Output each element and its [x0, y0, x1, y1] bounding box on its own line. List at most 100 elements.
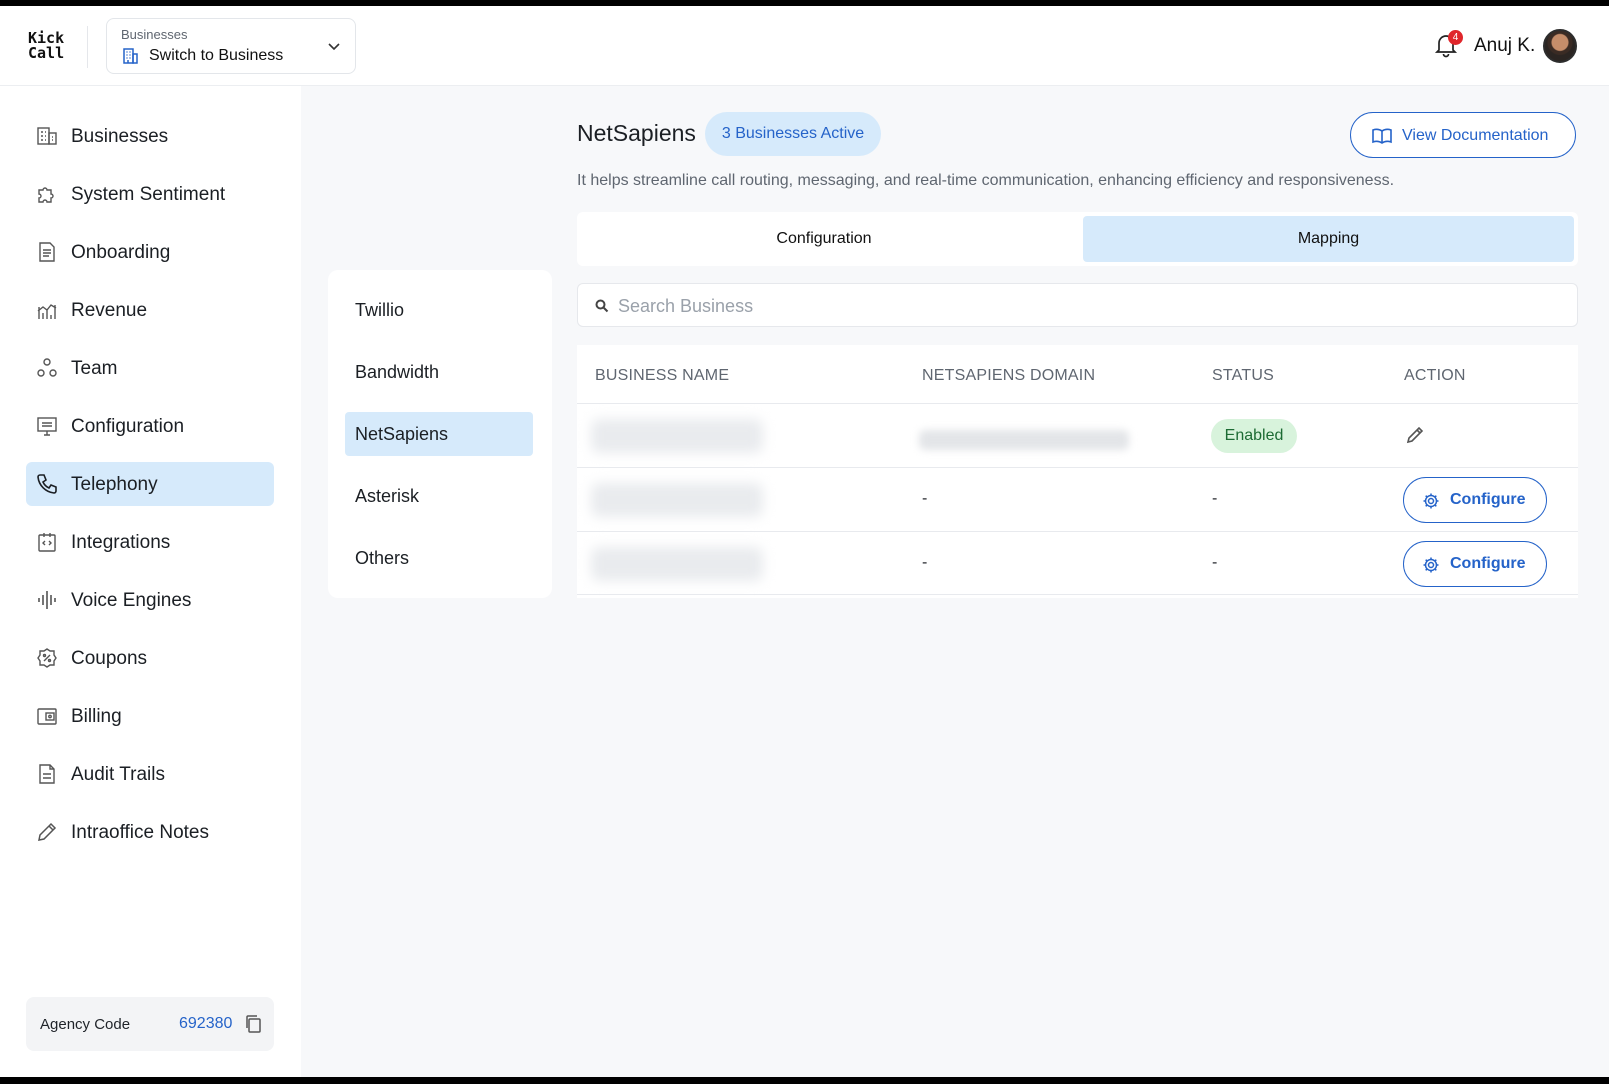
notification-count-badge: 4 — [1448, 30, 1463, 45]
coupon-icon — [37, 648, 57, 668]
domain-redacted — [919, 430, 1129, 450]
configure-button[interactable]: Configure — [1403, 477, 1547, 523]
team-icon — [37, 358, 57, 377]
tab-bar: Configuration Mapping — [577, 212, 1578, 266]
gear-icon — [1423, 557, 1439, 573]
business-name-redacted — [591, 547, 763, 581]
column-header-action: ACTION — [1404, 367, 1466, 384]
column-header-status: STATUS — [1212, 367, 1274, 384]
provider-label: Twillio — [355, 300, 405, 320]
sidebar-item-label: System Sentiment — [71, 184, 226, 205]
sidebar-item-billing[interactable]: Billing — [26, 694, 274, 738]
provider-list: Twillio Bandwidth NetSapiens Asterisk Ot… — [328, 270, 552, 598]
business-name-redacted — [591, 483, 763, 517]
status-cell: - — [1212, 490, 1218, 507]
sidebar-item-label: Coupons — [71, 648, 148, 669]
table-row: - - Configure — [577, 467, 1578, 531]
sidebar-item-team[interactable]: Team — [26, 346, 274, 390]
active-businesses-badge: 3 Businesses Active — [705, 112, 881, 156]
sidebar-item-label: Voice Engines — [71, 590, 192, 611]
sidebar-item-label: Onboarding — [71, 242, 171, 263]
table-row: Enabled — [577, 403, 1578, 467]
view-documentation-label: View Documentation — [1402, 127, 1549, 144]
page-description: It helps streamline call routing, messag… — [577, 172, 1395, 189]
logo-line-2: Call — [28, 44, 65, 62]
bell-icon — [1434, 35, 1458, 62]
document-icon — [39, 242, 55, 262]
provider-item-asterisk[interactable]: Asterisk — [345, 474, 533, 518]
agency-code-label: Agency Code — [40, 1016, 131, 1033]
provider-item-others[interactable]: Others — [345, 536, 533, 580]
app-logo[interactable]: Kick Call — [28, 31, 64, 61]
table-row: - - Configure — [577, 531, 1578, 595]
sidebar-item-coupons[interactable]: Coupons — [26, 636, 274, 680]
phone-icon — [37, 474, 57, 494]
gear-icon — [1423, 493, 1439, 509]
tab-configuration[interactable]: Configuration — [581, 216, 1067, 262]
top-header: Kick Call Businesses Switch to Business … — [0, 6, 1609, 86]
business-switcher-value: Switch to Business — [149, 47, 284, 64]
sidebar-item-voice-engines[interactable]: Voice Engines — [26, 578, 274, 622]
sidebar-item-label: Integrations — [71, 532, 171, 553]
provider-label: Bandwidth — [355, 362, 440, 382]
sidebar-item-label: Businesses — [71, 126, 169, 147]
provider-item-twillio[interactable]: Twillio — [345, 288, 533, 332]
domain-cell: - — [922, 554, 928, 571]
provider-label: Asterisk — [355, 486, 420, 506]
search-input[interactable] — [618, 292, 1558, 320]
sidebar-item-label: Intraoffice Notes — [71, 822, 210, 843]
sidebar-item-intraoffice-notes[interactable]: Intraoffice Notes — [26, 810, 274, 854]
sidebar-item-onboarding[interactable]: Onboarding — [26, 230, 274, 274]
sidebar-item-businesses[interactable]: Businesses — [26, 114, 274, 158]
audit-icon — [39, 764, 55, 784]
domain-cell: - — [922, 490, 928, 507]
sidebar: Businesses System Sentiment Onboarding R… — [0, 86, 301, 1077]
sidebar-item-label: Configuration — [71, 416, 185, 437]
edit-icon[interactable] — [1405, 425, 1425, 450]
business-switcher[interactable]: Businesses Switch to Business — [106, 18, 356, 74]
provider-item-bandwidth[interactable]: Bandwidth — [345, 350, 533, 394]
provider-item-netsapiens[interactable]: NetSapiens — [345, 412, 533, 456]
search-box — [577, 283, 1578, 327]
sidebar-item-label: Team — [71, 358, 118, 379]
notifications-button[interactable]: 4 — [1434, 30, 1463, 62]
app-frame: Kick Call Businesses Switch to Business … — [0, 6, 1609, 1077]
logo-divider — [87, 26, 88, 68]
sidebar-item-audit-trails[interactable]: Audit Trails — [26, 752, 274, 796]
search-icon — [595, 299, 609, 313]
sidebar-item-revenue[interactable]: Revenue — [26, 288, 274, 332]
user-name[interactable]: Anuj K. — [1474, 35, 1535, 57]
sidebar-item-label: Revenue — [71, 300, 148, 321]
business-name-redacted — [591, 419, 763, 453]
wallet-icon — [37, 708, 57, 725]
sidebar-item-telephony[interactable]: Telephony — [26, 462, 274, 506]
sidebar-item-label: Audit Trails — [71, 764, 165, 785]
view-documentation-button[interactable]: View Documentation — [1350, 112, 1576, 158]
building-icon — [37, 127, 57, 145]
config-icon — [37, 417, 57, 436]
configure-button[interactable]: Configure — [1403, 541, 1547, 587]
sidebar-item-integrations[interactable]: Integrations — [26, 520, 274, 564]
pencil-icon — [38, 822, 57, 841]
sidebar-item-configuration[interactable]: Configuration — [26, 404, 274, 448]
provider-label: NetSapiens — [355, 424, 449, 444]
copy-icon[interactable] — [244, 1014, 262, 1039]
avatar[interactable] — [1543, 29, 1577, 63]
tab-mapping[interactable]: Mapping — [1083, 216, 1574, 262]
column-header-business-name: BUSINESS NAME — [595, 367, 730, 384]
agency-code-panel: Agency Code 692380 — [26, 997, 274, 1051]
column-header-domain: NETSAPIENS DOMAIN — [922, 367, 1096, 384]
building-icon — [121, 47, 139, 70]
status-cell: - — [1212, 554, 1218, 571]
chart-icon — [37, 304, 57, 319]
sidebar-item-system-sentiment[interactable]: System Sentiment — [26, 172, 274, 216]
sidebar-item-label: Billing — [71, 706, 122, 727]
agency-code-value: 692380 — [179, 1015, 233, 1032]
provider-label: Others — [355, 548, 410, 568]
configure-label: Configure — [1450, 555, 1526, 572]
puzzle-icon — [38, 187, 54, 203]
status-badge: Enabled — [1211, 419, 1297, 453]
integrations-icon — [38, 533, 56, 552]
waveform-icon — [38, 591, 56, 609]
business-table: BUSINESS NAME NETSAPIENS DOMAIN STATUS A… — [577, 345, 1578, 598]
